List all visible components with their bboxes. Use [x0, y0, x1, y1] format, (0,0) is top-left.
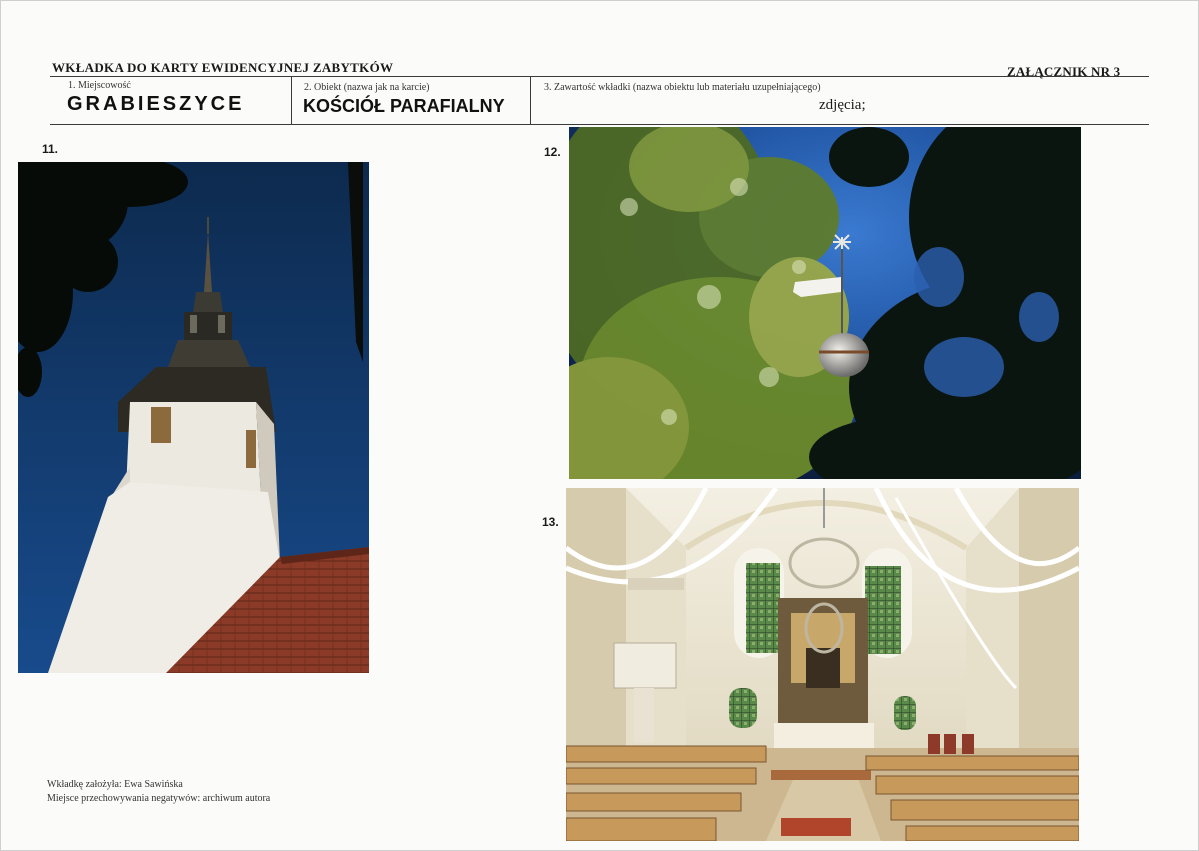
content-value: zdjęcia; — [819, 97, 866, 113]
attachment-number: ZAŁĄCZNIK NR 3 — [1007, 64, 1121, 79]
object-value: KOŚCIÓŁ PARAFIALNY — [303, 96, 505, 116]
photo-number-13: 13. — [542, 515, 559, 529]
photo-13-church-interior — [566, 488, 1079, 841]
photo-number-12: 12. — [544, 145, 561, 159]
footer-storage: Miejsce przechowywania negatywów: archiw… — [47, 793, 271, 804]
footer-author: Wkładkę założyła: Ewa Sawińska — [47, 779, 183, 790]
form-title: WKŁADKA DO KARTY EWIDENCYJNEJ ZABYTKÓW — [52, 60, 394, 75]
field-divider-2 — [530, 77, 531, 124]
photo-11-church-tower — [18, 162, 369, 673]
object-label: 2. Obiekt (nazwa jak na karcie) — [304, 82, 430, 93]
content-label: 3. Zawartość wkładki (nazwa obiektu lub … — [544, 82, 821, 93]
locality-label: 1. Miejscowość — [68, 80, 131, 91]
photo-number-11: 11. — [42, 142, 59, 156]
header-bottom-rule — [50, 124, 1149, 125]
photo-12-weather-vane — [569, 127, 1081, 479]
locality-value: GRABIESZYCE — [67, 93, 245, 115]
field-divider-1 — [291, 77, 292, 124]
header-top-rule — [50, 76, 1149, 77]
